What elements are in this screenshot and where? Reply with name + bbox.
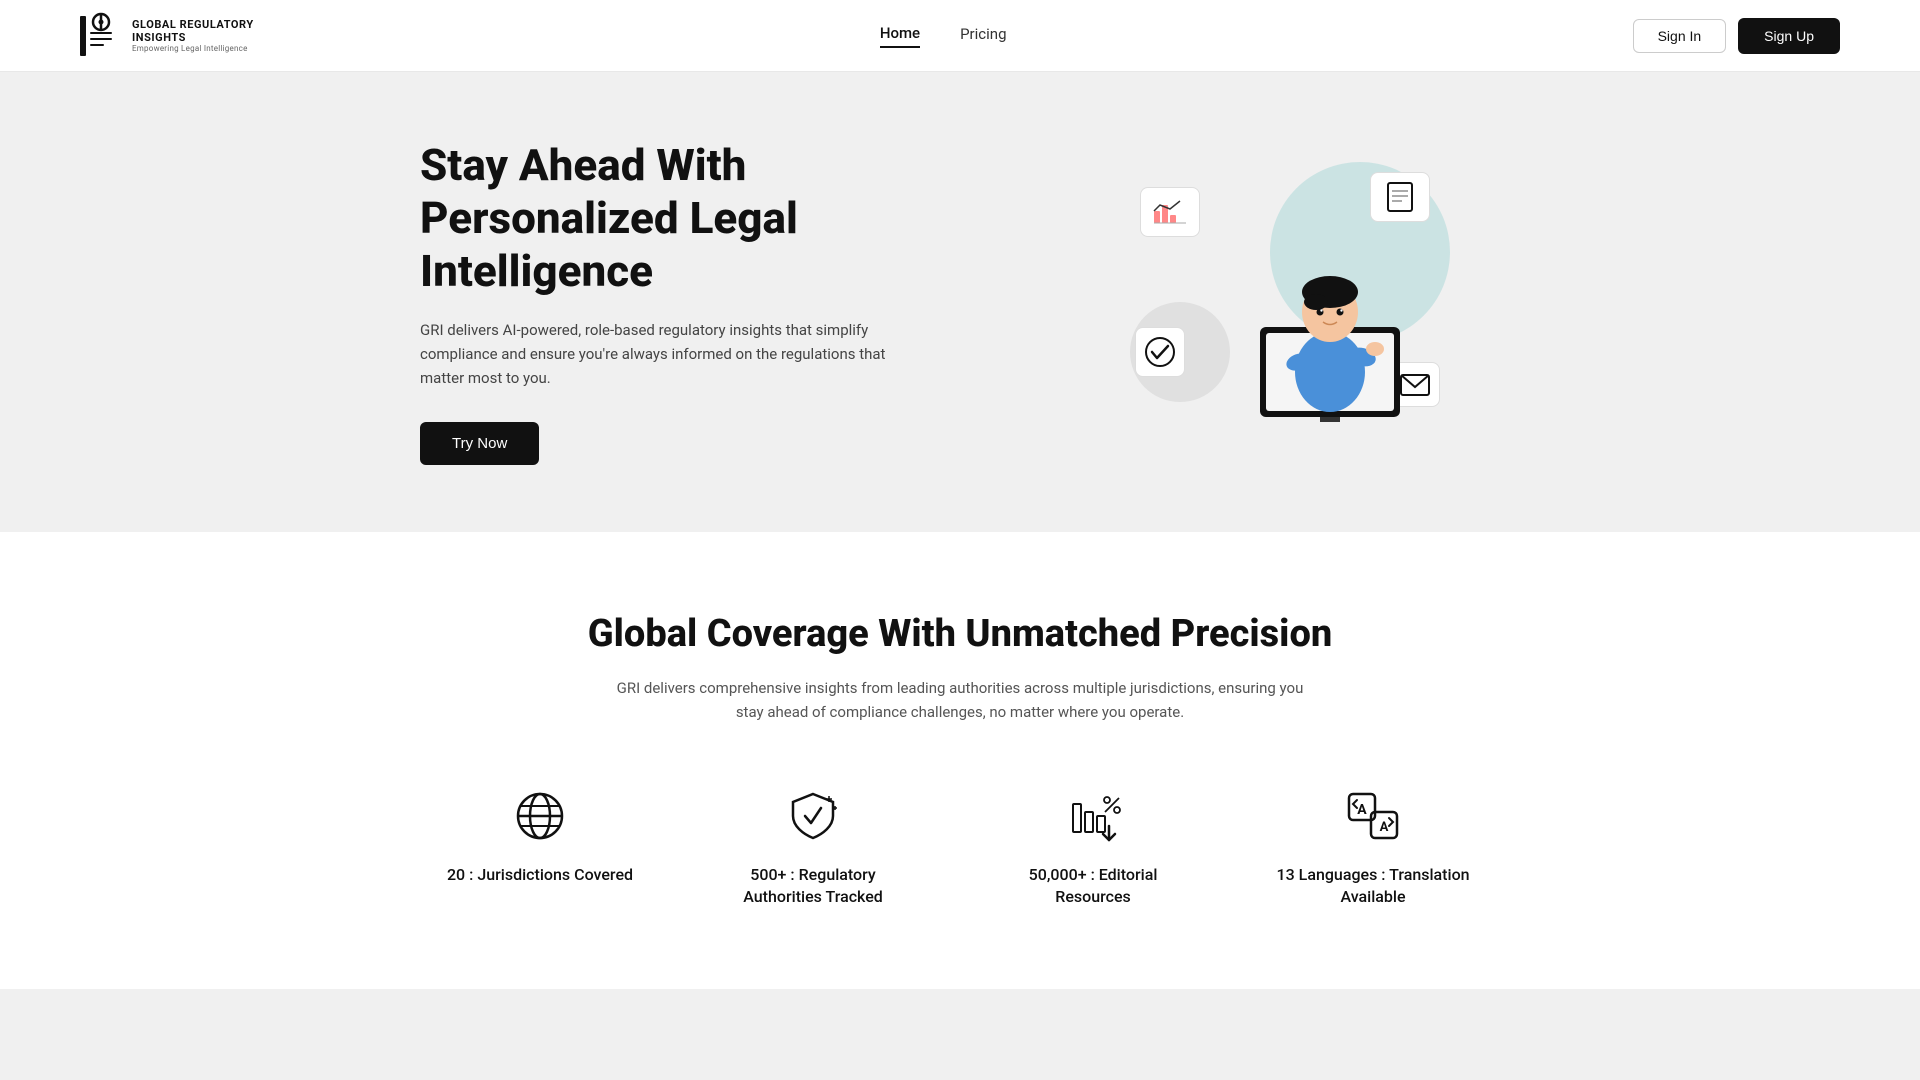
- hero-title: Stay Ahead With Personalized Legal Intel…: [420, 139, 1000, 297]
- features-title: Global Coverage With Unmatched Precision: [160, 612, 1760, 656]
- logo-text: GLOBAL REGULATORY INSIGHTS Empowering Le…: [132, 18, 254, 54]
- logo-icon: [80, 15, 122, 57]
- feature-languages-label: 13 Languages : Translation Available: [1273, 864, 1473, 909]
- navbar: GLOBAL REGULATORY INSIGHTS Empowering Le…: [0, 0, 1920, 72]
- logo-title2: INSIGHTS: [132, 31, 254, 44]
- svg-text:A: A: [1357, 802, 1367, 818]
- svg-text:A: A: [1380, 820, 1389, 835]
- translate-icon: A A: [1341, 784, 1405, 848]
- hero-section: Stay Ahead With Personalized Legal Intel…: [0, 72, 1920, 532]
- features-description: GRI delivers comprehensive insights from…: [610, 676, 1310, 724]
- feature-jurisdictions-label: 20 : Jurisdictions Covered: [447, 864, 633, 886]
- globe-icon: [508, 784, 572, 848]
- hero-title-line1: Stay Ahead With: [420, 139, 746, 191]
- hero-illustration: [1080, 142, 1500, 462]
- chart-down-percent-icon: [1061, 784, 1125, 848]
- features-grid: 20 : Jurisdictions Covered 500+ : Regula…: [160, 784, 1760, 909]
- signup-button[interactable]: Sign Up: [1738, 18, 1840, 54]
- logo: GLOBAL REGULATORY INSIGHTS Empowering Le…: [80, 15, 254, 57]
- hero-description: GRI delivers AI-powered, role-based regu…: [420, 318, 900, 390]
- float-card-chart: [1140, 187, 1200, 237]
- nav-pricing[interactable]: Pricing: [960, 25, 1006, 47]
- feature-jurisdictions: 20 : Jurisdictions Covered: [447, 784, 633, 909]
- try-now-button[interactable]: Try Now: [420, 422, 539, 465]
- nav-actions: Sign In Sign Up: [1633, 18, 1840, 54]
- feature-resources-label: 50,000+ : Editorial Resources: [993, 864, 1193, 909]
- hero-title-line2: Personalized Legal Intelligence: [420, 192, 798, 297]
- nav-links: Home Pricing: [880, 24, 1007, 48]
- shield-check-icon: [781, 784, 845, 848]
- hero-content: Stay Ahead With Personalized Legal Intel…: [420, 139, 1000, 464]
- signin-button[interactable]: Sign In: [1633, 19, 1727, 53]
- features-section: Global Coverage With Unmatched Precision…: [0, 532, 1920, 989]
- feature-authorities: 500+ : Regulatory Authorities Tracked: [713, 784, 913, 909]
- feature-resources: 50,000+ : Editorial Resources: [993, 784, 1193, 909]
- nav-home[interactable]: Home: [880, 24, 920, 48]
- feature-languages: A A 13 Languages : Translation Available: [1273, 784, 1473, 909]
- logo-title: GLOBAL REGULATORY: [132, 18, 254, 31]
- logo-subtitle: Empowering Legal Intelligence: [132, 44, 254, 54]
- feature-authorities-label: 500+ : Regulatory Authorities Tracked: [713, 864, 913, 909]
- float-card-check: [1135, 327, 1185, 377]
- person-illustration: [1230, 172, 1430, 426]
